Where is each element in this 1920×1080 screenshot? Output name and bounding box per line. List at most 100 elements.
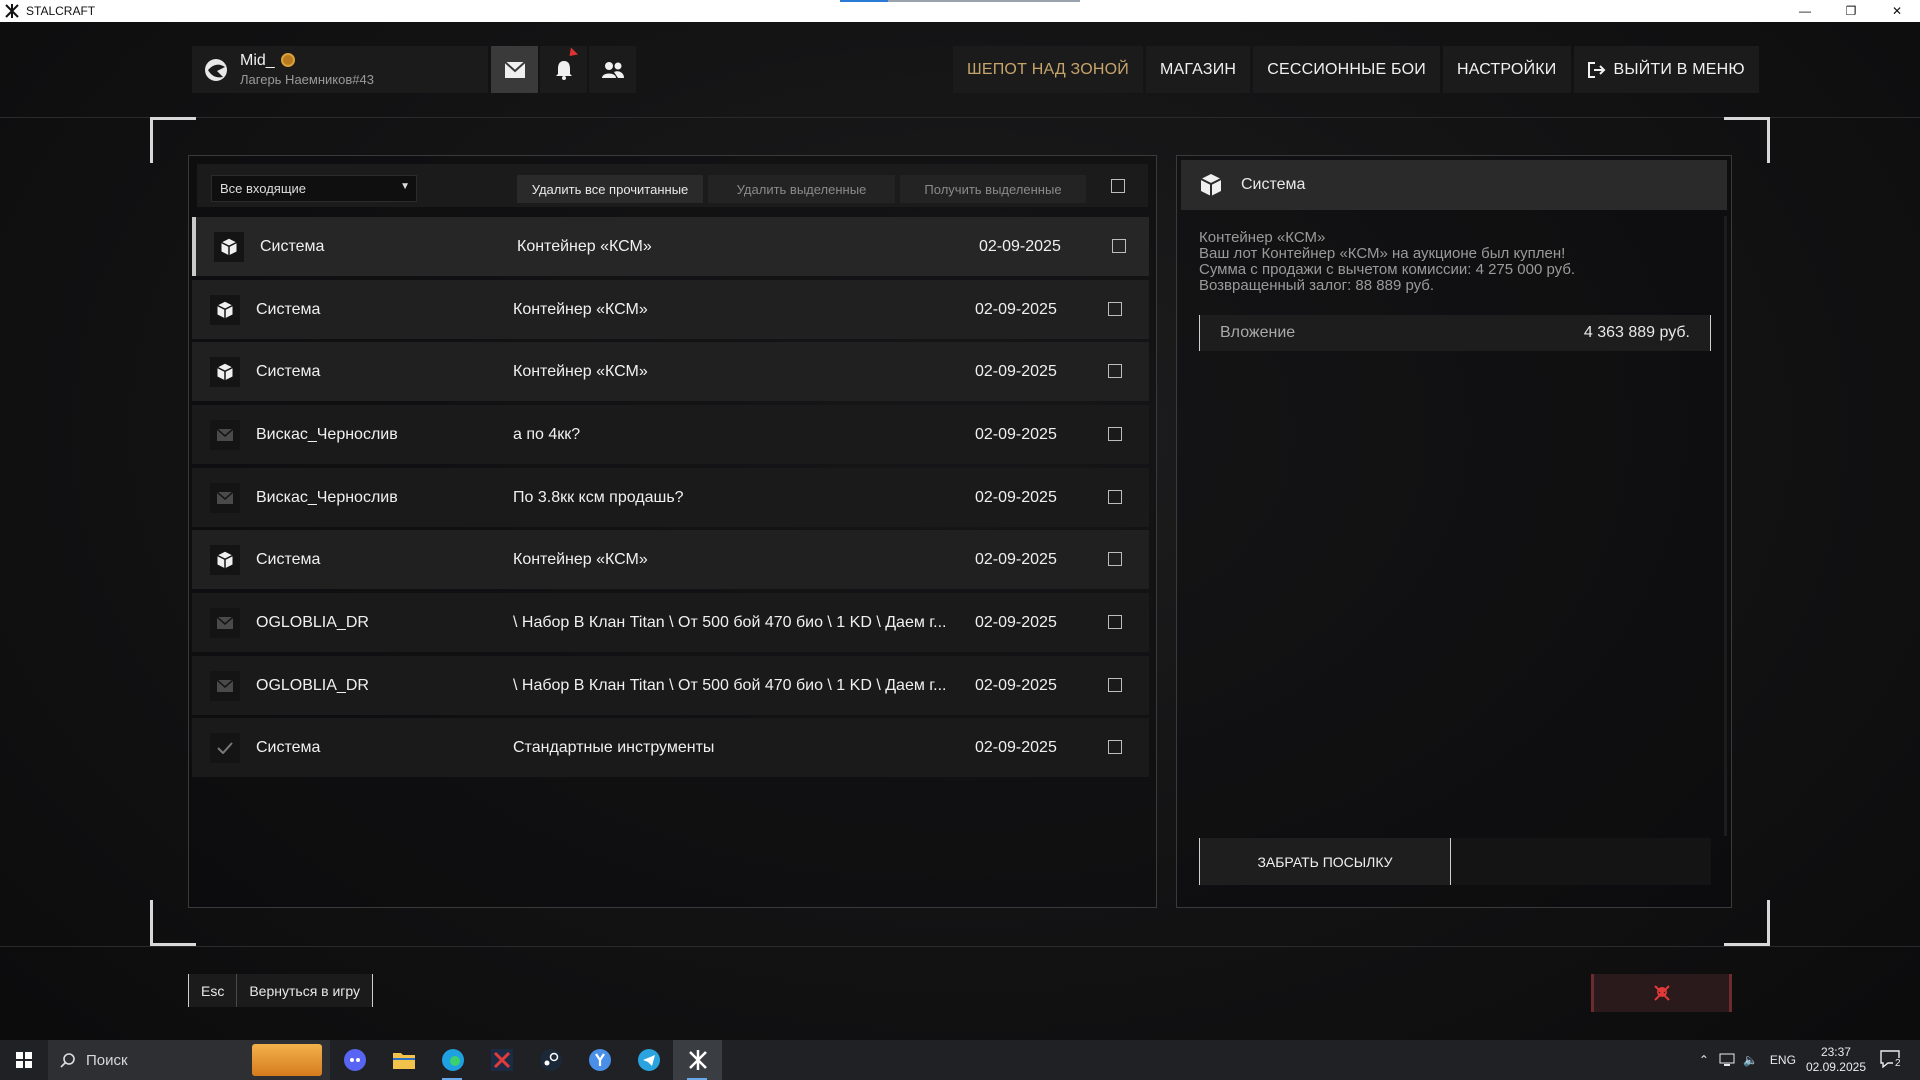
- taskbar-steam[interactable]: [526, 1040, 575, 1080]
- mail-date: 02-09-2025: [975, 425, 1057, 443]
- envelope-icon: [210, 671, 240, 701]
- mail-row[interactable]: Система Контейнер «КСМ» 02-09-2025: [192, 342, 1149, 401]
- restore-button[interactable]: ❐: [1828, 0, 1874, 22]
- attachment-label: Вложение: [1220, 324, 1296, 341]
- box-icon: [214, 232, 244, 262]
- claim-row: ЗАБРАТЬ ПОСЫЛКУ: [1199, 838, 1711, 885]
- taskbar-yandex[interactable]: [575, 1040, 624, 1080]
- start-button[interactable]: [0, 1040, 48, 1080]
- notifications-button[interactable]: [540, 46, 587, 93]
- taskbar-explorer[interactable]: [379, 1040, 428, 1080]
- taskbar-stalcraft[interactable]: [673, 1040, 722, 1080]
- nav-settings[interactable]: НАСТРОЙКИ: [1442, 46, 1571, 93]
- taskbar-clock[interactable]: 23:37 02.09.2025: [1806, 1045, 1866, 1075]
- mail-row-checkbox[interactable]: [1108, 740, 1122, 754]
- mail-row[interactable]: Система Контейнер «КСМ» 02-09-2025: [192, 217, 1149, 276]
- delete-selected-button[interactable]: Удалить выделенные: [708, 175, 895, 203]
- mail-row-checkbox[interactable]: [1108, 427, 1122, 441]
- mail-row[interactable]: Вискас_Чернослив а по 4кк? 02-09-2025: [192, 405, 1149, 464]
- mail-row[interactable]: OGLOBLIA_DR \ Набор В Клан Titan \ От 500…: [192, 656, 1149, 715]
- notification-count: 2: [1893, 1057, 1903, 1069]
- steam-icon: [539, 1049, 562, 1071]
- taskbar-telegram[interactable]: [624, 1040, 673, 1080]
- esc-key[interactable]: Esc: [188, 974, 238, 1007]
- profile-card[interactable]: Mid_ Лагерь Наемников#43: [192, 46, 488, 93]
- nav-shop[interactable]: МАГАЗИН: [1145, 46, 1251, 93]
- titlebar-progress: [840, 0, 1080, 2]
- mail-sender: Вискас_Чернослив: [256, 488, 398, 506]
- delete-read-button[interactable]: Удалить все прочитанные: [517, 175, 703, 203]
- windows-taskbar: Поиск ⌃ 🔈 ENG 23:37 02.09.2025 2: [0, 1040, 1920, 1080]
- detail-header: Система: [1181, 160, 1727, 210]
- minimize-button[interactable]: —: [1782, 0, 1828, 22]
- clock-date: 02.09.2025: [1805, 1060, 1866, 1074]
- windows-icon: [16, 1052, 32, 1068]
- mail-row-checkbox[interactable]: [1108, 364, 1122, 378]
- taskbar-app-x[interactable]: [477, 1040, 526, 1080]
- tray-expand-icon[interactable]: ⌃: [1699, 1053, 1709, 1067]
- main-nav: ШЕПОТ НАД ЗОНОЙ МАГАЗИН СЕССИОННЫЕ БОИ Н…: [953, 46, 1759, 93]
- mail-subject: Контейнер «КСМ»: [517, 237, 652, 255]
- mail-subject: Контейнер «КСМ»: [513, 362, 648, 380]
- taskbar-edge[interactable]: [428, 1040, 477, 1080]
- box-icon: [210, 357, 240, 387]
- system-tray: ⌃ 🔈 ENG 23:37 02.09.2025 2: [1699, 1040, 1920, 1080]
- friends-button[interactable]: [589, 46, 636, 93]
- mail-subject: Стандартные инструменты: [513, 738, 715, 756]
- window-titlebar: STALCRAFT — ❐ ✕: [0, 0, 1920, 22]
- clock-time: 23:37: [1820, 1045, 1851, 1059]
- box-icon: [210, 545, 240, 575]
- taskbar-search[interactable]: Поиск: [48, 1040, 330, 1080]
- mail-date: 02-09-2025: [975, 676, 1057, 694]
- mail-sender: Система: [256, 550, 321, 568]
- claim-package-button[interactable]: ЗАБРАТЬ ПОСЫЛКУ: [1199, 838, 1451, 885]
- mail-row-checkbox[interactable]: [1108, 552, 1122, 566]
- back-to-game-group: Esc Вернуться в игру: [188, 974, 374, 1007]
- search-placeholder: Поиск: [86, 1051, 128, 1069]
- mail-row-checkbox[interactable]: [1108, 678, 1122, 692]
- avatar: [192, 46, 240, 93]
- nav-session-battles[interactable]: СЕССИОННЫЕ БОИ: [1253, 46, 1440, 93]
- mail-subject: Контейнер «КСМ»: [513, 550, 648, 568]
- detail-line: Контейнер «КСМ»: [1199, 229, 1326, 246]
- nav-whisper[interactable]: ШЕПОТ НАД ЗОНОЙ: [953, 46, 1143, 93]
- mail-filter-select[interactable]: Все входящие ▼: [211, 175, 417, 202]
- detail-line: Ваш лот Контейнер «КСМ» на аукционе был …: [1199, 245, 1566, 262]
- exit-icon: [1587, 61, 1605, 78]
- get-selected-button[interactable]: Получить выделенные: [900, 175, 1086, 203]
- select-all-checkbox[interactable]: [1111, 179, 1125, 193]
- mail-button[interactable]: [491, 46, 538, 93]
- mail-detail-panel: Система Контейнер «КСМ» Ваш лот Контейне…: [1176, 155, 1732, 908]
- close-button[interactable]: ✕: [1874, 0, 1920, 22]
- volume-icon[interactable]: 🔈: [1743, 1053, 1758, 1067]
- mail-row-checkbox[interactable]: [1108, 615, 1122, 629]
- mail-filter-value: Все входящие: [220, 181, 307, 196]
- back-to-game-button[interactable]: Вернуться в игру: [237, 974, 374, 1007]
- window-title: STALCRAFT: [26, 4, 96, 18]
- report-button[interactable]: [1591, 974, 1732, 1012]
- edge-icon: [441, 1049, 464, 1071]
- mail-row-checkbox[interactable]: [1112, 239, 1126, 253]
- network-icon[interactable]: [1719, 1053, 1735, 1067]
- envelope-icon: [503, 60, 526, 78]
- mail-row[interactable]: Вискас_Чернослив По 3.8кк ксм продашь? 02-…: [192, 468, 1149, 527]
- caret-down-icon: ▼: [400, 181, 410, 192]
- mail-row[interactable]: Система Контейнер «КСМ» 02-09-2025: [192, 280, 1149, 339]
- mail-sender: Система: [256, 362, 321, 380]
- mail-sender: Система: [256, 738, 321, 756]
- mail-row[interactable]: Система Стандартные инструменты 02-09-2025: [192, 718, 1149, 777]
- app-x-icon: [490, 1049, 513, 1071]
- mail-subject: а по 4кк?: [513, 425, 581, 443]
- taskbar-discord[interactable]: [330, 1040, 379, 1080]
- mail-row-checkbox[interactable]: [1108, 302, 1122, 316]
- mail-row-checkbox[interactable]: [1108, 490, 1122, 504]
- mail-date: 02-09-2025: [975, 488, 1057, 506]
- action-center-button[interactable]: 2: [1880, 1049, 1910, 1071]
- mail-row[interactable]: OGLOBLIA_DR \ Набор В Клан Titan \ От 500…: [192, 593, 1149, 652]
- mail-row[interactable]: Система Контейнер «КСМ» 02-09-2025: [192, 530, 1149, 589]
- language-indicator[interactable]: ENG: [1770, 1053, 1796, 1067]
- nav-exit-menu[interactable]: ВЫЙТИ В МЕНЮ: [1573, 46, 1759, 93]
- stalcraft-icon: [688, 1050, 707, 1070]
- mail-toolbar: Все входящие ▼ Удалить все прочитанные У…: [197, 164, 1148, 207]
- detail-scrollbar[interactable]: [1724, 216, 1727, 836]
